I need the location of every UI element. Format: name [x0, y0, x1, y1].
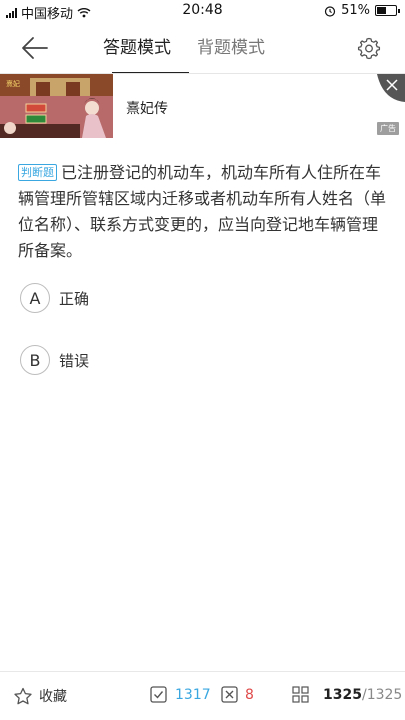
favorite-button[interactable]: 收藏 — [13, 686, 67, 706]
svg-text:熹妃: 熹妃 — [6, 79, 20, 88]
wrong-count: 8 — [245, 686, 254, 703]
check-box-icon — [150, 686, 167, 703]
total-question-count: 1325 — [366, 686, 403, 703]
question-text: 已注册登记的机动车，机动车所有人住所在车辆管理所管辖区域内迁移或者机动车所有人姓… — [18, 163, 387, 260]
option-b[interactable]: B 错误 — [20, 344, 270, 376]
option-b-letter[interactable]: B — [20, 345, 50, 375]
option-b-text[interactable]: 错误 — [59, 350, 89, 371]
ad-banner[interactable]: 熹妃 熹妃传 广告 — [0, 74, 405, 138]
ad-badge: 广告 — [377, 122, 399, 135]
favorite-label: 收藏 — [39, 689, 67, 705]
current-question-number: 1325 — [323, 686, 362, 703]
question-type-badge: 判断题 — [18, 164, 57, 181]
status-bar: 中国移动 20:48 51% — [0, 0, 405, 22]
grid-icon — [292, 686, 309, 703]
tab-answer-mode[interactable]: 答题模式 — [103, 22, 171, 74]
option-a[interactable]: A 正确 — [20, 282, 270, 314]
x-box-icon — [221, 686, 238, 703]
question-block: 判断题 已注册登记的机动车，机动车所有人住所在车辆管理所管辖区域内迁移或者机动车所… — [18, 160, 390, 264]
ad-title[interactable]: 熹妃传 — [126, 98, 168, 118]
gear-icon[interactable] — [357, 36, 381, 60]
status-right: 51% — [324, 3, 400, 18]
battery-icon — [375, 5, 400, 16]
bottom-toolbar: 收藏 1317 8 1325 / 1325 — [0, 671, 405, 720]
ad-thumbnail-image[interactable]: 熹妃 — [0, 74, 113, 138]
battery-percent: 51% — [341, 3, 370, 18]
star-icon — [14, 687, 32, 704]
top-nav: 答题模式 背题模式 — [0, 22, 405, 74]
correct-count-button[interactable]: 1317 — [150, 686, 211, 703]
ad-close-icon[interactable] — [377, 74, 405, 102]
wrong-count-button[interactable]: 8 — [221, 686, 254, 703]
option-a-letter[interactable]: A — [20, 283, 50, 313]
back-arrow-icon[interactable] — [20, 34, 50, 62]
question-progress-button[interactable]: 1325 / 1325 — [292, 686, 402, 703]
mode-tabs: 答题模式 背题模式 — [103, 22, 265, 74]
alarm-icon — [324, 5, 336, 17]
tab-recite-mode[interactable]: 背题模式 — [197, 22, 265, 74]
option-a-text[interactable]: 正确 — [59, 288, 89, 309]
correct-count: 1317 — [175, 686, 211, 703]
battery-fill — [377, 7, 386, 14]
